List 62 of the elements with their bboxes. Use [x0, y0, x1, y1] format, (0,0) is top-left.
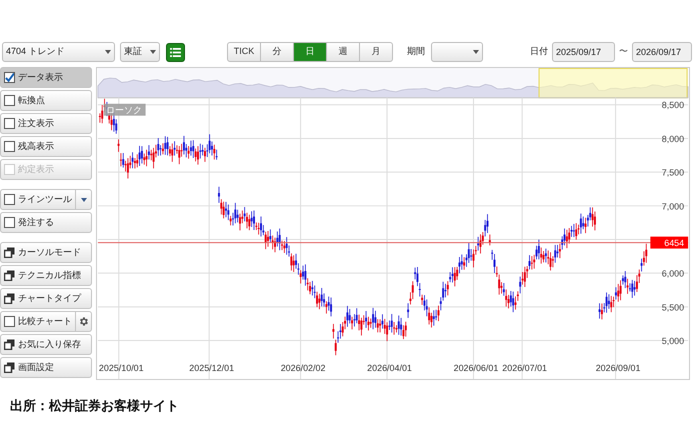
period-tab[interactable]: 日: [293, 42, 327, 62]
list-icon: [170, 48, 181, 56]
settings-button[interactable]: [76, 311, 92, 332]
price-tag: 6454: [650, 236, 688, 249]
list-button[interactable]: [166, 42, 185, 62]
sidebar-button[interactable]: 発注する: [0, 212, 92, 233]
axis-date-label: 2026/02/02: [280, 363, 326, 374]
date-from-field[interactable]: 2025/09/17: [552, 42, 615, 62]
checkbox[interactable]: [4, 72, 15, 83]
windows-icon: [4, 247, 15, 258]
axis-date-label: 2025/12/01: [189, 363, 234, 374]
caret-icon: [80, 198, 86, 202]
checkbox[interactable]: [4, 118, 15, 129]
sidebar-button[interactable]: テクニカル指標: [0, 265, 92, 286]
caret-icon: [150, 50, 156, 54]
axis-tick-label: 6,000: [662, 268, 684, 279]
sidebar-button[interactable]: 画面設定: [0, 357, 92, 378]
period-tab[interactable]: 週: [326, 42, 360, 62]
period-tab[interactable]: 分: [260, 42, 294, 62]
axis-tick-label: 5,000: [662, 336, 684, 346]
axis-tick-label: 7,500: [662, 168, 684, 178]
sidebar-button[interactable]: データ表示: [0, 67, 92, 88]
sidebar-button[interactable]: チャートタイプ: [0, 288, 92, 309]
axis-date-label: 2026/04/01: [367, 363, 412, 374]
period-tab[interactable]: TICK: [227, 42, 261, 62]
checkbox[interactable]: [4, 217, 15, 228]
axis-date-label: 2026/09/01: [596, 363, 640, 374]
windows-icon: [4, 362, 15, 373]
sidebar-button[interactable]: カーソルモード: [0, 242, 92, 263]
sidebar-button[interactable]: 転換点: [0, 90, 92, 111]
period-tab[interactable]: 月: [359, 42, 393, 62]
symbol-select[interactable]: 4704 トレンド: [2, 42, 115, 62]
axis-tick-label: 8,000: [662, 134, 684, 144]
range-label: 期間: [407, 45, 425, 58]
windows-icon: [4, 339, 15, 350]
axis-tick-label: 5,500: [662, 302, 684, 312]
axis-date-label: 2026/07/01: [502, 363, 548, 374]
sidebar-button[interactable]: 残高表示: [0, 136, 92, 157]
checkbox[interactable]: [4, 194, 15, 205]
axis-date-label: 2025/10/01: [98, 363, 144, 374]
source-caption: 出所：松井証券お客様サイト: [10, 397, 180, 415]
checkbox[interactable]: [4, 316, 15, 327]
sidebar-button[interactable]: 比較チャート: [0, 311, 76, 332]
sidebar-button[interactable]: ラインツール: [0, 189, 76, 210]
date-to-field[interactable]: 2026/09/17: [632, 42, 692, 62]
sidebar-button[interactable]: お気に入り保存: [0, 334, 92, 355]
axis-tick-label: 7,000: [662, 201, 684, 212]
axis-tick-label: 8,500: [662, 100, 684, 110]
axis-date-label: 2026/06/01: [454, 363, 498, 374]
caret-icon: [105, 50, 111, 54]
caret-icon: [473, 50, 479, 54]
series-label: ローソク: [104, 104, 146, 116]
dropdown-button[interactable]: [76, 189, 92, 210]
settings-icon: [78, 316, 89, 327]
market-select[interactable]: 東証: [120, 42, 160, 62]
date-separator: 〜: [619, 45, 628, 58]
checkbox[interactable]: [4, 141, 15, 152]
windows-icon: [4, 270, 15, 281]
sidebar-button[interactable]: 注文表示: [0, 113, 92, 134]
windows-icon: [4, 293, 15, 304]
checkbox[interactable]: [4, 95, 15, 106]
date-label: 日付: [530, 45, 548, 58]
